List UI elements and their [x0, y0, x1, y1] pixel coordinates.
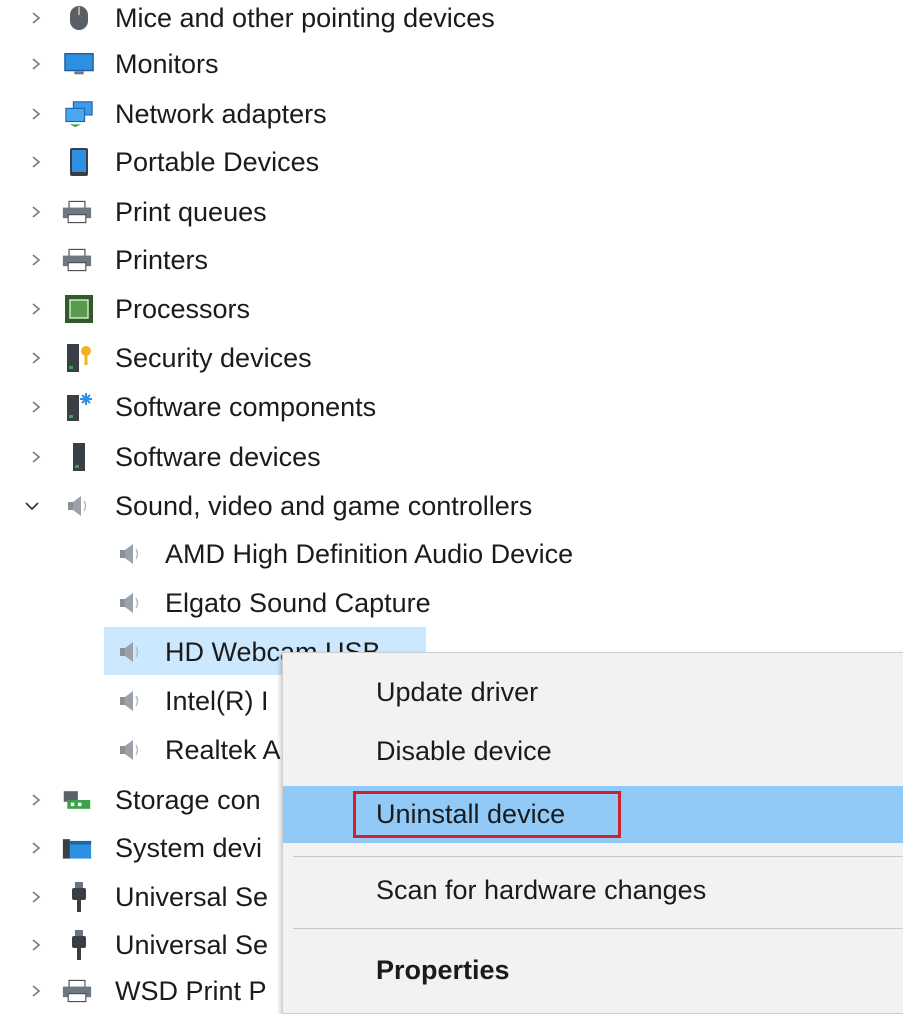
tree-item-software-devices[interactable]: Software devices — [0, 435, 903, 479]
tree-item-label: Storage con — [115, 785, 261, 815]
chevron-right-icon[interactable] — [24, 445, 48, 469]
tree-item-label: Intel(R) I — [165, 686, 269, 716]
storage-controller-icon — [62, 785, 92, 815]
menu-item-uninstall-device[interactable]: Uninstall device — [283, 786, 903, 843]
tree-item-label: System devi — [115, 833, 263, 863]
tree-item-print-queues[interactable]: Print queues — [0, 190, 903, 234]
chevron-right-icon[interactable] — [24, 248, 48, 272]
tree-item-label: AMD High Definition Audio Device — [165, 539, 574, 569]
chevron-right-icon[interactable] — [24, 836, 48, 860]
chevron-right-icon[interactable] — [24, 933, 48, 957]
processor-icon — [64, 294, 94, 324]
usb-icon — [64, 882, 94, 912]
chevron-right-icon[interactable] — [24, 200, 48, 224]
tree-item-mice[interactable]: Mice and other pointing devices — [0, 0, 903, 40]
chevron-right-icon[interactable] — [24, 788, 48, 812]
chevron-right-icon[interactable] — [24, 395, 48, 419]
chevron-right-icon[interactable] — [24, 102, 48, 126]
tree-item-software-components[interactable]: Software components — [0, 385, 903, 429]
menu-item-label: Uninstall device — [376, 799, 566, 829]
speaker-icon — [114, 539, 144, 569]
tree-item-label: Portable Devices — [115, 147, 320, 177]
tree-item-label: Security devices — [115, 343, 312, 373]
menu-separator — [293, 928, 903, 929]
tree-item-network-adapters[interactable]: Network adapters — [0, 92, 903, 136]
menu-separator — [293, 856, 903, 857]
network-adapter-icon — [64, 99, 94, 129]
mouse-icon — [64, 3, 94, 33]
software-device-icon — [64, 442, 94, 472]
context-menu: Update driver Disable device Uninstall d… — [282, 652, 903, 1014]
chevron-right-icon[interactable] — [24, 6, 48, 30]
speaker-icon — [114, 686, 144, 716]
menu-item-label: Scan for hardware changes — [376, 874, 707, 905]
menu-item-label: Update driver — [376, 676, 539, 707]
software-component-icon — [64, 392, 94, 422]
monitor-icon — [64, 49, 94, 79]
speaker-icon — [114, 735, 144, 765]
tree-item-security-devices[interactable]: Security devices — [0, 336, 903, 380]
chevron-right-icon[interactable] — [24, 885, 48, 909]
tree-item-label: Network adapters — [115, 99, 327, 129]
speaker-icon — [114, 588, 144, 618]
printer-icon — [62, 976, 92, 1006]
system-device-icon — [62, 833, 92, 863]
chevron-right-icon[interactable] — [24, 150, 48, 174]
tree-item-sound-video-game-controllers[interactable]: Sound, video and game controllers — [0, 484, 903, 528]
tree-item-monitors[interactable]: Monitors — [0, 42, 903, 86]
tree-item-label: Software devices — [115, 442, 321, 472]
tree-item-label: Processors — [115, 294, 251, 324]
tree-item-processors[interactable]: Processors — [0, 287, 903, 331]
tree-item-label: Sound, video and game controllers — [115, 491, 533, 521]
printer-icon — [62, 197, 92, 227]
chevron-right-icon[interactable] — [24, 346, 48, 370]
security-device-icon — [64, 343, 94, 373]
tree-item-label: Print queues — [115, 197, 267, 227]
chevron-right-icon[interactable] — [24, 52, 48, 76]
tree-child-amd-audio[interactable]: AMD High Definition Audio Device — [0, 532, 903, 576]
menu-item-update-driver[interactable]: Update driver — [283, 666, 903, 718]
chevron-right-icon[interactable] — [24, 297, 48, 321]
chevron-right-icon[interactable] — [24, 979, 48, 1003]
chevron-down-icon[interactable] — [20, 494, 44, 518]
usb-icon — [64, 930, 94, 960]
speaker-icon — [114, 637, 144, 667]
tree-item-label: Monitors — [115, 49, 219, 79]
menu-item-label: Properties — [376, 954, 510, 985]
tree-item-label: Universal Se — [115, 882, 269, 912]
menu-item-properties[interactable]: Properties — [283, 944, 903, 996]
menu-item-label: Disable device — [376, 735, 552, 766]
device-tree: Mice and other pointing devices Monitors… — [0, 0, 903, 1014]
tree-item-label: Mice and other pointing devices — [115, 3, 495, 33]
portable-device-icon — [64, 147, 94, 177]
menu-item-disable-device[interactable]: Disable device — [283, 725, 903, 777]
tree-item-label: WSD Print P — [115, 976, 267, 1006]
tree-item-label: Printers — [115, 245, 209, 275]
tree-item-printers[interactable]: Printers — [0, 238, 903, 282]
tree-item-portable-devices[interactable]: Portable Devices — [0, 140, 903, 184]
tree-item-label: Universal Se — [115, 930, 269, 960]
tree-item-label: Realtek A — [165, 735, 281, 765]
speaker-icon — [62, 491, 92, 521]
menu-item-scan-hardware-changes[interactable]: Scan for hardware changes — [283, 864, 903, 916]
tree-child-elgato-sound-capture[interactable]: Elgato Sound Capture — [0, 581, 903, 625]
tree-item-label: Elgato Sound Capture — [165, 588, 431, 618]
tree-item-label: Software components — [115, 392, 377, 422]
printer-icon — [62, 245, 92, 275]
